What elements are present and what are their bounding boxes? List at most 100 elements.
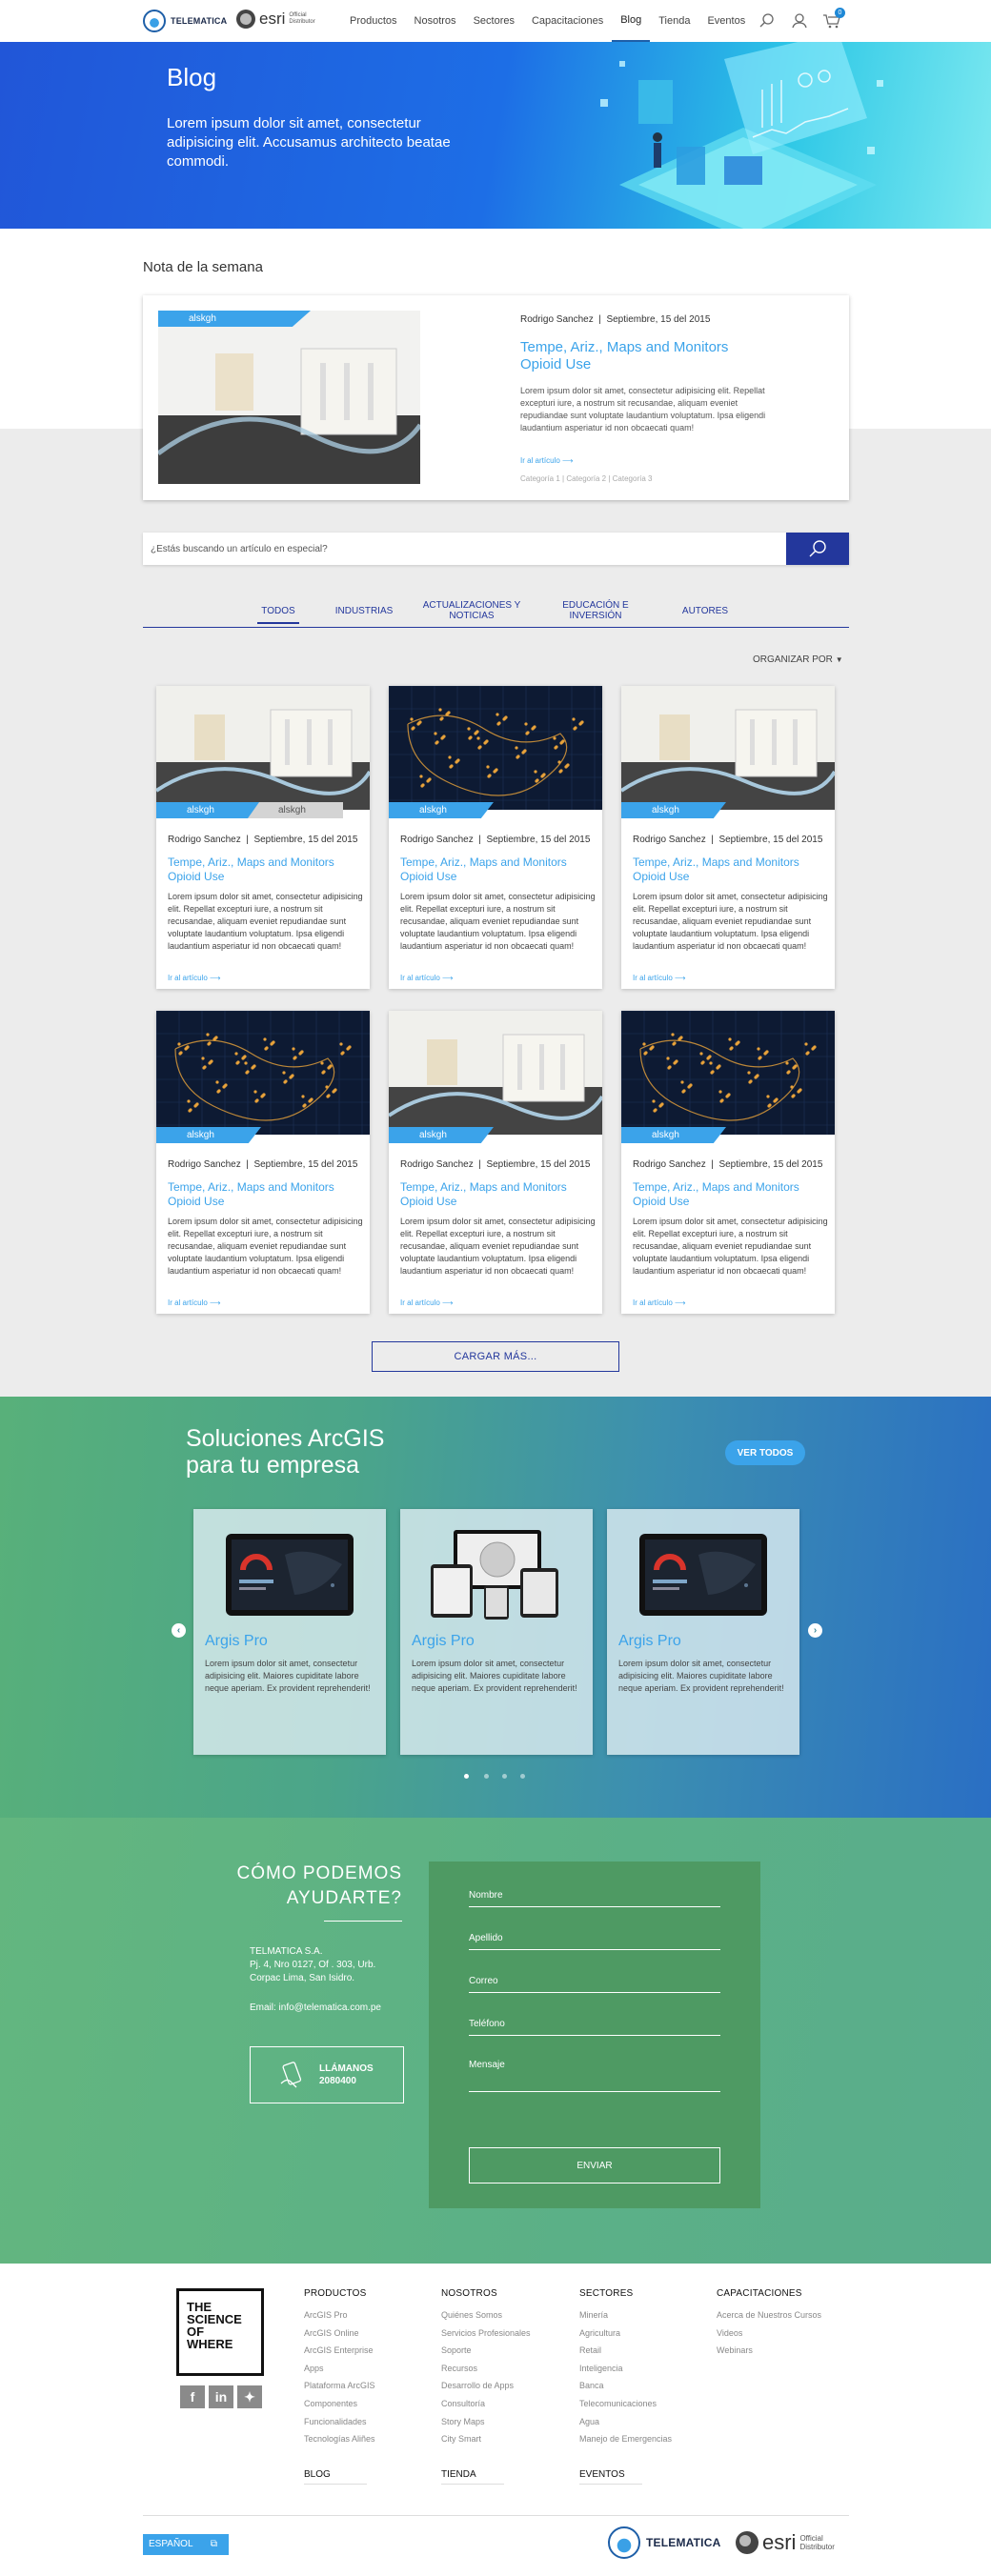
card-tag[interactable]: alskgh	[156, 1127, 261, 1143]
carousel-dot[interactable]	[502, 1774, 507, 1779]
footer-link[interactable]: Componentes	[304, 2395, 375, 2413]
esri-logo[interactable]: esri Official Distributor	[236, 10, 315, 29]
card-tag[interactable]: alskgh	[156, 802, 261, 818]
load-more-button[interactable]: CARGAR MÁS...	[372, 1341, 619, 1372]
nav-nosotros[interactable]: Nosotros	[406, 0, 465, 42]
footer-link[interactable]: Telecomunicaciones	[579, 2395, 672, 2413]
footer-eventos[interactable]: EVENTOS	[579, 2469, 642, 2485]
footer-link[interactable]: Inteligencia	[579, 2360, 672, 2378]
footer-link[interactable]: Plataforma ArcGIS	[304, 2377, 375, 2395]
tab-educacion[interactable]: EDUCACIÓN E INVERSIÓN	[553, 600, 638, 621]
card-title[interactable]: Tempe, Ariz., Maps and Monitors Opioid U…	[400, 855, 591, 884]
card-tag[interactable]: alskgh	[621, 802, 726, 818]
nav-eventos[interactable]: Eventos	[698, 0, 754, 42]
featured-article-card[interactable]: alskgh Rodrigo Sanchez | Septiembre, 15 …	[143, 295, 849, 500]
footer-link[interactable]: City Smart	[441, 2430, 531, 2448]
telematica-logo[interactable]: TELEMATICA	[143, 10, 227, 32]
footer-link[interactable]: Manejo de Emergencias	[579, 2430, 672, 2448]
call-us-button[interactable]: LLÁMANOS 2080400	[250, 2046, 404, 2103]
footer-link[interactable]: Agricultura	[579, 2324, 672, 2343]
card-title[interactable]: Tempe, Ariz., Maps and Monitors Opioid U…	[168, 1180, 358, 1209]
featured-readmore[interactable]: Ir al artículo ⟶	[520, 451, 574, 468]
footer-link[interactable]: Acerca de Nuestros Cursos	[717, 2306, 821, 2324]
article-card[interactable]: alskgh alskgh Rodrigo Sanchez | Septiembre…	[156, 686, 370, 989]
article-card[interactable]: alskgh Rodrigo Sanchez | Septiembre, 15 d…	[621, 686, 835, 989]
article-card[interactable]: alskgh Rodrigo Sanchez | Septiembre, 15 d…	[621, 1011, 835, 1314]
name-field[interactable]: Nombre	[469, 1890, 720, 1907]
submit-button[interactable]: ENVIAR	[469, 2147, 720, 2184]
linkedin-icon[interactable]: in	[209, 2385, 233, 2408]
solution-card[interactable]: Argis Pro Lorem ipsum dolor sit amet, con…	[400, 1509, 593, 1755]
nav-tienda[interactable]: Tienda	[650, 0, 698, 42]
carousel-dot[interactable]	[484, 1774, 489, 1779]
search-icon[interactable]	[758, 11, 777, 30]
facebook-icon[interactable]: f	[180, 2385, 205, 2408]
footer-column-title[interactable]: NOSOTROS	[441, 2288, 531, 2302]
article-card[interactable]: alskgh Rodrigo Sanchez | Septiembre, 15 d…	[389, 686, 602, 989]
search-input[interactable]	[143, 533, 786, 565]
see-all-button[interactable]: VER TODOS	[725, 1440, 805, 1465]
footer-telematica-logo[interactable]: TELEMATICA	[608, 2526, 720, 2559]
card-readmore[interactable]: Ir al artículo ⟶	[168, 1298, 221, 1307]
tab-autores[interactable]: AUTORES	[677, 606, 734, 616]
footer-link[interactable]: Tecnologías Aliñes	[304, 2430, 375, 2448]
email-field[interactable]: Correo	[469, 1976, 720, 1993]
footer-column-title[interactable]: SECTORES	[579, 2288, 672, 2302]
article-card[interactable]: alskgh Rodrigo Sanchez | Septiembre, 15 d…	[156, 1011, 370, 1314]
card-title[interactable]: Tempe, Ariz., Maps and Monitors Opioid U…	[400, 1180, 591, 1209]
card-readmore[interactable]: Ir al artículo ⟶	[400, 1298, 454, 1307]
card-readmore[interactable]: Ir al artículo ⟶	[400, 974, 454, 982]
footer-blog[interactable]: BLOG	[304, 2469, 367, 2485]
tab-actualizaciones[interactable]: ACTUALIZACIONES Y NOTICIAS	[419, 600, 524, 621]
footer-link[interactable]: Servicios Profesionales	[441, 2324, 531, 2343]
nav-blog[interactable]: Blog	[612, 0, 651, 42]
featured-tag[interactable]: alskgh	[158, 311, 311, 327]
solution-card[interactable]: Argis Pro Lorem ipsum dolor sit amet, con…	[607, 1509, 799, 1755]
card-readmore[interactable]: Ir al artículo ⟶	[633, 1298, 686, 1307]
nav-sectores[interactable]: Sectores	[465, 0, 523, 42]
card-tag[interactable]: alskgh	[621, 1127, 726, 1143]
footer-link[interactable]: ArcGIS Pro	[304, 2306, 375, 2324]
cart-icon[interactable]: 0	[822, 8, 845, 30]
card-tag[interactable]: alskgh	[248, 802, 343, 818]
card-title[interactable]: Tempe, Ariz., Maps and Monitors Opioid U…	[168, 855, 358, 884]
footer-link[interactable]: Videos	[717, 2324, 821, 2343]
footer-tienda[interactable]: TIENDA	[441, 2469, 504, 2485]
footer-link[interactable]: Banca	[579, 2377, 672, 2395]
footer-link[interactable]: Webinars	[717, 2342, 821, 2360]
phone-field[interactable]: Teléfono	[469, 2019, 720, 2036]
carousel-dot[interactable]	[464, 1774, 469, 1779]
card-tag[interactable]: alskgh	[389, 802, 494, 818]
footer-link[interactable]: ArcGIS Enterprise	[304, 2342, 375, 2360]
featured-title[interactable]: Tempe, Ariz., Maps and Monitors Opioid U…	[520, 339, 758, 373]
search-button[interactable]	[786, 533, 849, 565]
solution-card[interactable]: Argis Pro Lorem ipsum dolor sit amet, con…	[193, 1509, 386, 1755]
carousel-next-icon[interactable]: ›	[808, 1623, 822, 1638]
nav-productos[interactable]: Productos	[341, 0, 406, 42]
tab-todos[interactable]: TODOS	[257, 606, 299, 624]
twitter-icon[interactable]: ✦	[237, 2385, 262, 2408]
footer-link[interactable]: Agua	[579, 2413, 672, 2431]
message-field[interactable]: Mensaje	[469, 2060, 720, 2092]
footer-link[interactable]: Soporte	[441, 2342, 531, 2360]
footer-link[interactable]: Funcionalidades	[304, 2413, 375, 2431]
carousel-prev-icon[interactable]: ‹	[172, 1623, 186, 1638]
card-readmore[interactable]: Ir al artículo ⟶	[633, 974, 686, 982]
footer-link[interactable]: Retail	[579, 2342, 672, 2360]
sort-dropdown[interactable]: ORGANIZAR POR ▼	[753, 654, 843, 665]
footer-link[interactable]: Minería	[579, 2306, 672, 2324]
card-readmore[interactable]: Ir al artículo ⟶	[168, 974, 221, 982]
footer-esri-logo[interactable]: esri Official Distributor	[736, 2530, 835, 2555]
footer-link[interactable]: Apps	[304, 2360, 375, 2378]
featured-categories[interactable]: Categoría 1 | Categoría 2 | Categoría 3	[520, 474, 652, 483]
tab-industrias[interactable]: INDUSTRIAS	[330, 606, 398, 616]
footer-link[interactable]: Quiénes Somos	[441, 2306, 531, 2324]
card-tag[interactable]: alskgh	[389, 1127, 494, 1143]
nav-capacitaciones[interactable]: Capacitaciones	[523, 0, 612, 42]
footer-link[interactable]: Consultoría	[441, 2395, 531, 2413]
user-icon[interactable]	[790, 11, 809, 30]
contact-email[interactable]: Email: info@telematica.com.pe	[250, 2002, 381, 2013]
card-title[interactable]: Tempe, Ariz., Maps and Monitors Opioid U…	[633, 1180, 823, 1209]
footer-link[interactable]: Recursos	[441, 2360, 531, 2378]
carousel-dot[interactable]	[520, 1774, 525, 1779]
